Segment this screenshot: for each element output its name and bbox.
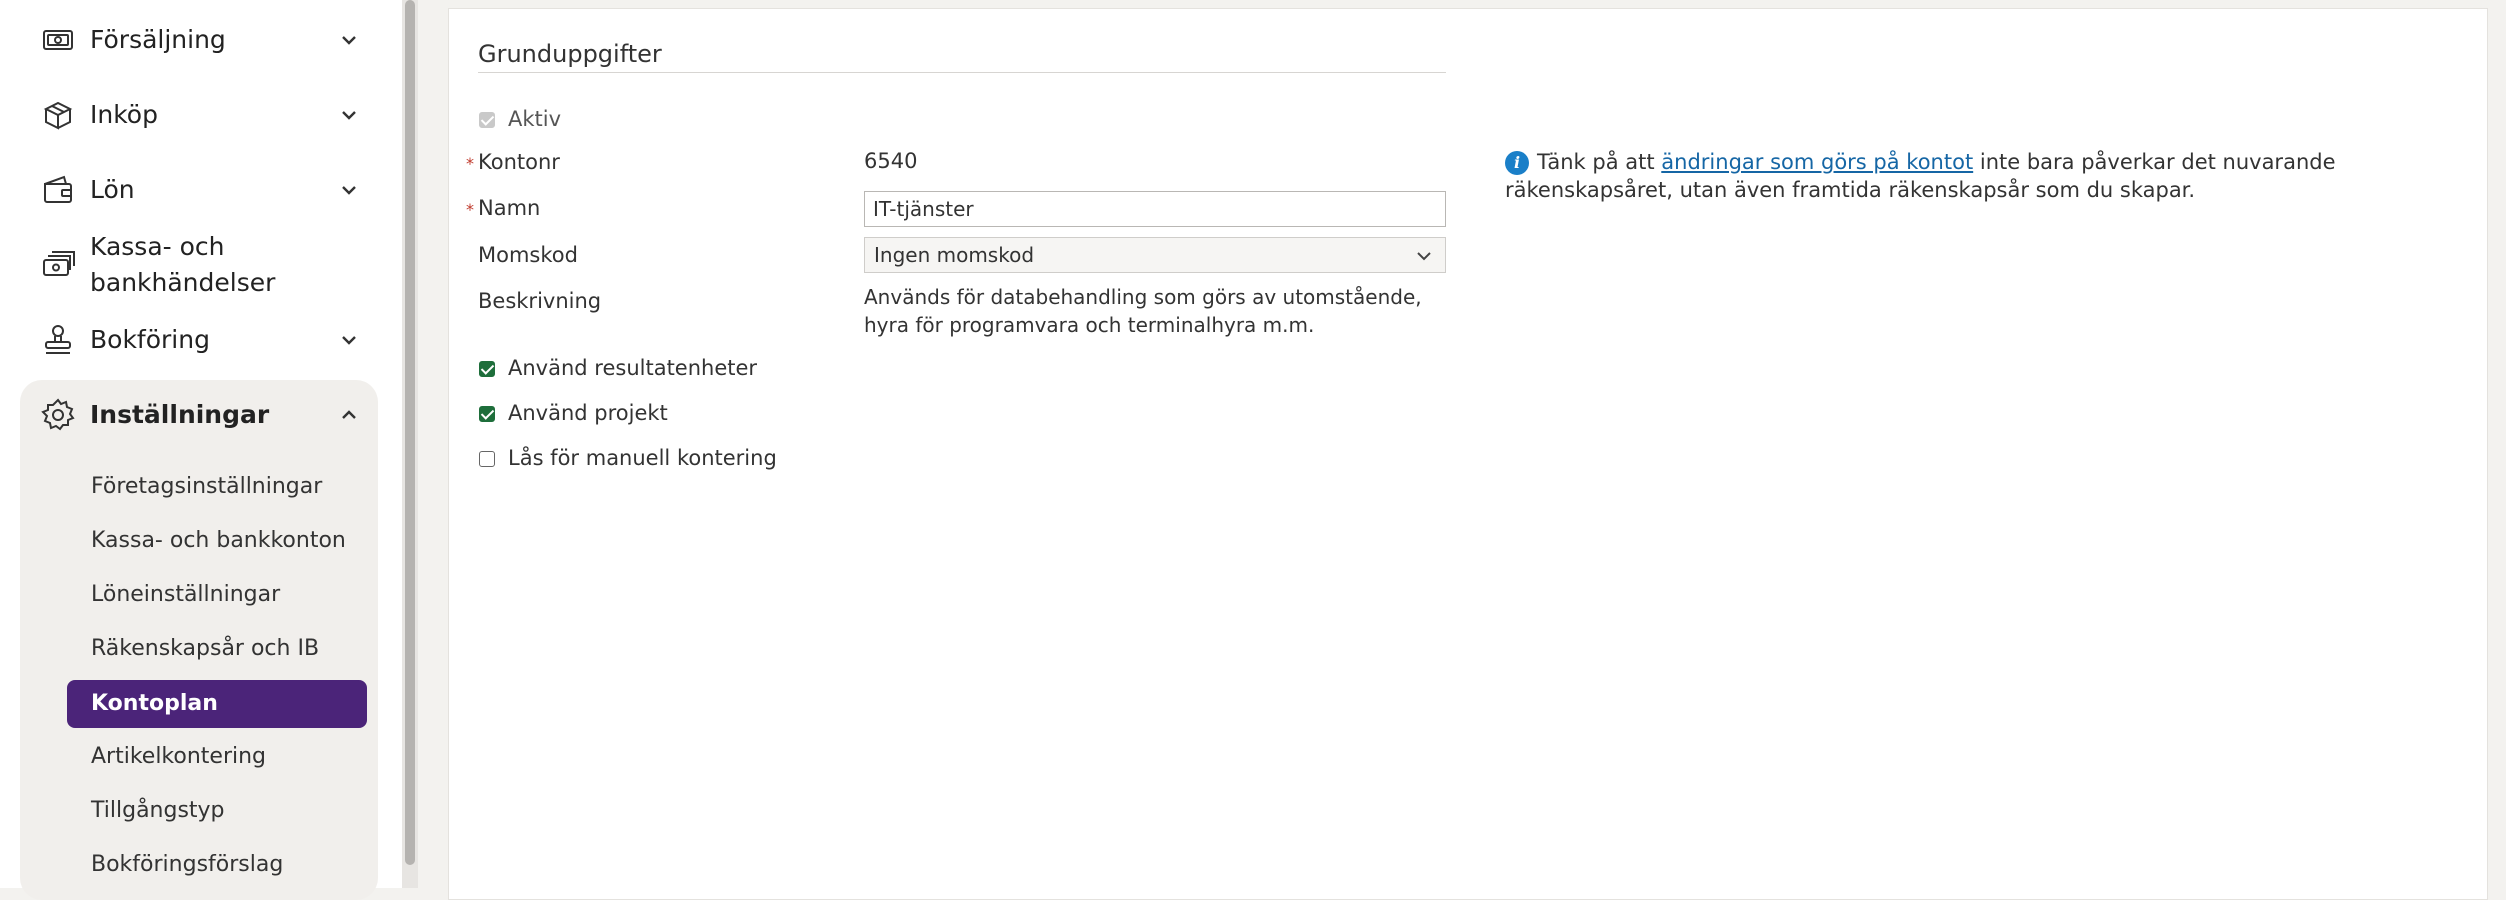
stamp-icon: [40, 322, 76, 358]
nav-kassa-bank[interactable]: Kassa- och bankhändelser: [40, 229, 360, 301]
chevron-down-icon: [338, 104, 360, 126]
sub-item-bokforingsforslag[interactable]: Bokföringsförslag: [91, 850, 283, 880]
momskod-selected: Ingen momskod: [874, 243, 1035, 267]
nav-label: Bokföring: [90, 325, 210, 354]
projekt-label: Använd projekt: [508, 401, 668, 425]
info-note: Tänk på att ändringar som görs på kontot…: [1505, 148, 2475, 204]
cash-register-icon: [40, 246, 76, 282]
aktiv-checkbox: [479, 112, 495, 128]
sub-item-label: Kontoplan: [91, 691, 218, 716]
gear-icon: [40, 397, 76, 433]
momskod-label: Momskod: [478, 243, 578, 267]
info-prefix: Tänk på att: [1537, 150, 1662, 174]
chevron-down-icon: [1417, 252, 1431, 261]
nav-bokforing[interactable]: Bokföring: [40, 322, 360, 358]
kontonr-label: Kontonr: [478, 150, 560, 174]
aktiv-label: Aktiv: [508, 107, 562, 131]
beskrivning-value: Används för databehandling som görs av u…: [864, 285, 1422, 337]
sub-item-rakenskapsar[interactable]: Räkenskapsår och IB: [91, 634, 319, 664]
required-marker: *: [466, 154, 474, 173]
sub-item-loneinstallningar[interactable]: Löneinställningar: [91, 580, 280, 610]
nav-label: Inställningar: [90, 400, 270, 429]
namn-label: Namn: [478, 196, 541, 220]
chevron-down-icon: [338, 329, 360, 351]
momskod-select[interactable]: Ingen momskod: [864, 237, 1446, 273]
nav-label-line2: bankhändelser: [90, 268, 276, 297]
sub-item-artikelkontering[interactable]: Artikelkontering: [91, 742, 266, 772]
sub-item-tillgangstyp[interactable]: Tillgångstyp: [91, 796, 225, 826]
sub-item-kassa-bankkonton[interactable]: Kassa- och bankkonton: [91, 526, 346, 556]
cash-icon: [40, 22, 76, 58]
nav-label: Kassa- och bankhändelser: [90, 229, 360, 301]
section-title: Grunduppgifter: [478, 40, 662, 68]
chevron-down-icon: [338, 179, 360, 201]
section-divider: [478, 72, 1446, 73]
nav-lon[interactable]: Lön: [40, 172, 360, 208]
resultatenheter-label: Använd resultatenheter: [508, 356, 758, 380]
nav-label: Lön: [90, 175, 135, 204]
beskrivning-label: Beskrivning: [478, 289, 602, 313]
resultatenheter-checkbox[interactable]: [479, 361, 495, 377]
namn-input[interactable]: [864, 191, 1446, 227]
boxes-icon: [40, 97, 76, 133]
nav-inkop[interactable]: Inköp: [40, 97, 360, 133]
nav-forsaljning[interactable]: Försäljning: [40, 22, 360, 58]
required-marker: *: [466, 200, 474, 219]
chevron-down-icon: [338, 29, 360, 51]
info-link[interactable]: ändringar som görs på kontot: [1661, 150, 1973, 174]
nav-label: Inköp: [90, 100, 158, 129]
projekt-checkbox[interactable]: [479, 406, 495, 422]
sidebar: Försäljning Inköp Lön Kassa- och bankhän…: [0, 0, 402, 900]
las-kontering-checkbox[interactable]: [479, 451, 495, 467]
chevron-up-icon: [338, 404, 360, 426]
wallet-icon: [40, 172, 76, 208]
nav-label: Försäljning: [90, 25, 226, 54]
nav-installningar[interactable]: Inställningar: [40, 397, 360, 433]
kontonr-value: 6540: [864, 149, 918, 173]
nav-label-line1: Kassa- och: [90, 232, 225, 261]
sub-item-foretagsinstallningar[interactable]: Företagsinställningar: [91, 472, 322, 502]
las-kontering-label: Lås för manuell kontering: [508, 446, 777, 470]
sidebar-scrollbar-thumb[interactable]: [405, 0, 415, 865]
sub-item-kontoplan[interactable]: Kontoplan: [67, 680, 367, 728]
